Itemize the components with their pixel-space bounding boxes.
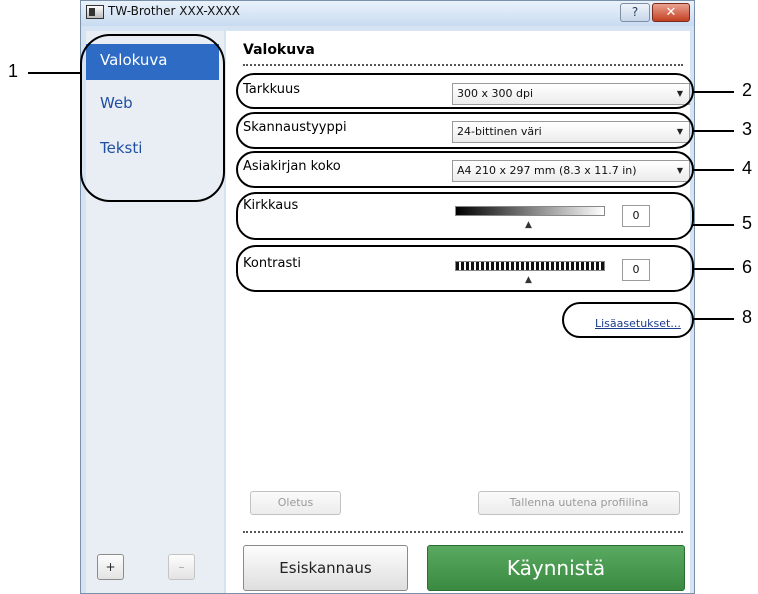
default-button[interactable]: Oletus [250, 491, 341, 515]
callout-number-5: 5 [742, 213, 753, 233]
prescan-button[interactable]: Esiskannaus [243, 545, 408, 591]
help-button[interactable]: ? [620, 3, 650, 22]
callout-line-2 [692, 91, 734, 93]
callout-oval-1 [80, 34, 225, 202]
callout-number-1: 1 [8, 61, 19, 81]
callout-line-3 [692, 130, 734, 132]
save-as-profile-button[interactable]: Tallenna uutena profiilina [478, 491, 680, 515]
callout-number-6: 6 [742, 257, 753, 277]
add-profile-button[interactable]: + [97, 554, 124, 580]
callout-oval-6 [236, 245, 694, 292]
callout-number-8: 8 [742, 307, 753, 327]
callout-number-3: 3 [742, 119, 753, 139]
section-divider [243, 64, 683, 66]
start-scan-button[interactable]: Käynnistä [427, 545, 685, 591]
close-button[interactable]: ✕ [652, 3, 690, 22]
window-title: TW-Brother XXX-XXXX [108, 4, 240, 18]
callout-oval-5 [236, 192, 694, 240]
callout-oval-2 [236, 73, 694, 109]
callout-line-4 [692, 169, 734, 171]
remove-profile-button[interactable]: – [168, 554, 195, 580]
action-divider [243, 531, 683, 533]
callout-oval-4 [236, 151, 694, 188]
callout-oval-3 [236, 112, 694, 149]
app-icon [86, 5, 104, 19]
callout-line-8 [692, 318, 734, 320]
callout-line-5 [692, 224, 734, 226]
callout-oval-8 [562, 302, 694, 338]
section-title: Valokuva [243, 42, 315, 58]
callout-line-6 [692, 268, 734, 270]
callout-line-1 [28, 72, 81, 74]
callout-number-4: 4 [742, 158, 753, 178]
callout-number-2: 2 [742, 80, 753, 100]
